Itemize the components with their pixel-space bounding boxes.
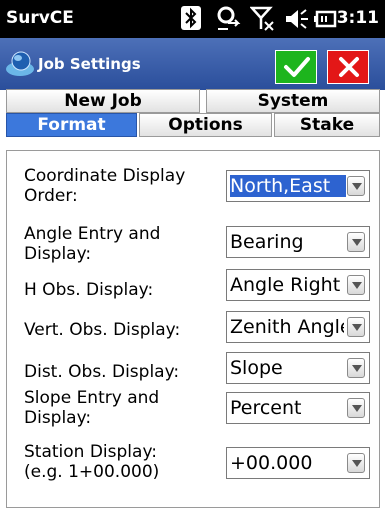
vert-obs-display-value: Zenith Angle [230, 316, 344, 338]
dist-obs-display-value: Slope [230, 357, 283, 379]
ok-button[interactable] [275, 50, 317, 84]
status-bar: SurvCE 3:11 [0, 0, 385, 38]
status-app-title: SurvCE [6, 8, 74, 28]
station-display-value: +00.000 [230, 452, 313, 474]
dist-obs-display-select[interactable]: Slope [226, 352, 370, 384]
tab-format[interactable]: Format [6, 113, 137, 137]
chevron-down-icon[interactable] [347, 232, 365, 252]
window-title: Job Settings [38, 55, 141, 73]
close-icon [339, 57, 359, 77]
dist-obs-display-label: Dist. Obs. Display: [24, 362, 180, 382]
station-display-select[interactable]: +00.000 [226, 447, 370, 479]
checkmark-icon [284, 57, 310, 77]
battery-icon [314, 5, 338, 37]
angle-entry-display-select[interactable]: Bearing [226, 226, 370, 258]
h-obs-display-value: Angle Right [230, 274, 341, 296]
angle-entry-display-value: Bearing [230, 231, 304, 253]
h-obs-display-select[interactable]: Angle Right [226, 269, 370, 301]
angle-entry-display-label: Angle Entry and Display: [24, 224, 161, 264]
title-bar: Job Settings [0, 38, 385, 90]
tab-system[interactable]: System [206, 89, 380, 113]
slope-entry-display-label: Slope Entry and Display: [24, 388, 160, 428]
h-obs-display-label: H Obs. Display: [24, 280, 154, 300]
chevron-down-icon[interactable] [347, 453, 365, 473]
tab-new-job[interactable]: New Job [6, 89, 200, 113]
tab-options[interactable]: Options [139, 113, 272, 137]
slope-entry-display-value: Percent [230, 397, 302, 419]
app-logo-icon [5, 49, 35, 83]
volume-icon [284, 5, 310, 37]
slope-entry-display-select[interactable]: Percent [226, 392, 370, 424]
chevron-down-icon[interactable] [347, 275, 365, 295]
sync-icon [214, 5, 242, 37]
chevron-down-icon[interactable] [347, 358, 365, 378]
station-display-label: Station Display: (e.g. 1+00.000) [24, 442, 160, 482]
no-signal-icon [249, 5, 276, 37]
vert-obs-display-label: Vert. Obs. Display: [24, 320, 181, 340]
bluetooth-icon [180, 5, 202, 35]
status-clock: 3:11 [336, 8, 379, 28]
chevron-down-icon[interactable] [347, 398, 365, 418]
chevron-down-icon[interactable] [347, 317, 365, 337]
close-button[interactable] [327, 50, 369, 84]
coordinate-display-order-value: North,East [230, 175, 346, 197]
tab-stake[interactable]: Stake [274, 113, 380, 137]
chevron-down-icon[interactable] [347, 176, 365, 196]
coordinate-display-order-label: Coordinate Display Order: [24, 166, 186, 206]
coordinate-display-order-select[interactable]: North,East [226, 170, 370, 202]
vert-obs-display-select[interactable]: Zenith Angle [226, 311, 370, 343]
